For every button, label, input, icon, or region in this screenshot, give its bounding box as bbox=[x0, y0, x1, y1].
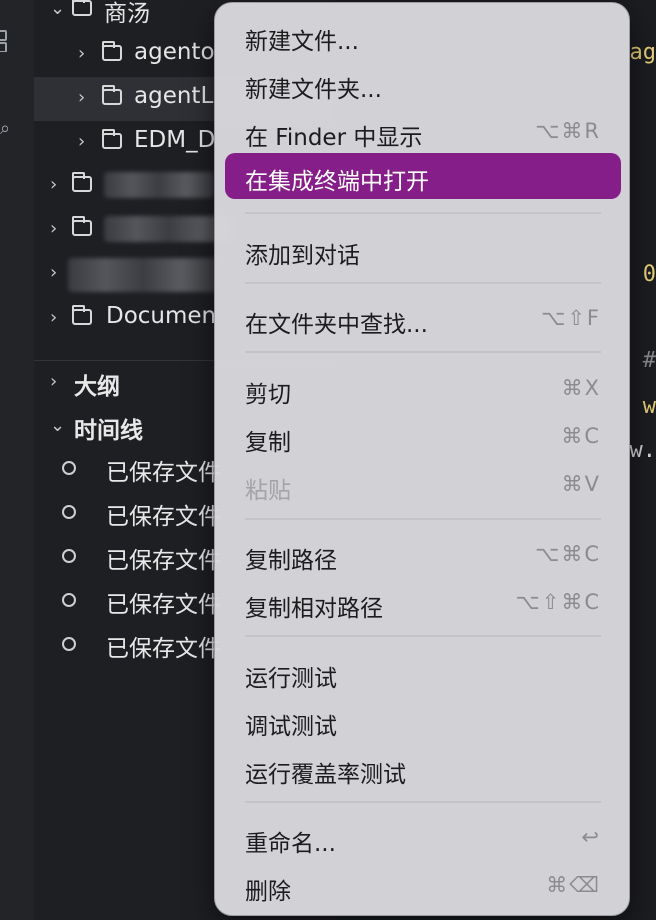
menu-item-run-coverage[interactable]: 运行覆盖率测试 bbox=[225, 750, 621, 788]
menu-item-shortcut: ⌘V bbox=[561, 472, 601, 496]
chevron-right-icon: › bbox=[78, 131, 86, 152]
menu-item-label: 调试测试 bbox=[245, 714, 337, 740]
menu-item-reveal-in-finder[interactable]: 在 Finder 中显示 ⌥⌘R bbox=[225, 113, 621, 151]
menu-item-label: 重命名... bbox=[245, 831, 336, 857]
menu-item-label: 复制相对路径 bbox=[245, 596, 383, 622]
menu-item-shortcut: ⌥⇧F bbox=[541, 306, 601, 330]
menu-item-shortcut: ↩ bbox=[581, 825, 601, 849]
menu-item-paste[interactable]: 粘贴 ⌘V bbox=[225, 466, 621, 504]
menu-item-copy-path[interactable]: 复制路径 ⌥⌘C bbox=[225, 536, 621, 574]
menu-item-label: 新建文件夹... bbox=[245, 77, 382, 103]
menu-item-label: 复制 bbox=[245, 430, 291, 456]
chevron-right-icon: › bbox=[78, 87, 86, 108]
tree-item-label: Documen bbox=[106, 303, 217, 329]
chevron-right-icon: › bbox=[50, 307, 58, 328]
menu-item-label: 复制路径 bbox=[245, 548, 337, 574]
folder-icon bbox=[72, 172, 92, 192]
menu-item-shortcut: ⌘⌫ bbox=[546, 873, 601, 897]
menu-item-new-folder[interactable]: 新建文件夹... bbox=[225, 65, 621, 103]
menu-separator bbox=[245, 801, 601, 803]
redacted-label bbox=[68, 258, 218, 292]
menu-item-label: 新建文件... bbox=[245, 29, 359, 55]
menu-item-label: 运行测试 bbox=[245, 666, 337, 692]
menu-item-add-to-chat[interactable]: 添加到对话 bbox=[225, 231, 621, 269]
context-menu: 新建文件... 新建文件夹... 在 Finder 中显示 ⌥⌘R 在集成终端中… bbox=[214, 2, 630, 916]
menu-item-label: 删除 bbox=[245, 879, 291, 905]
folder-icon bbox=[72, 305, 92, 325]
menu-item-shortcut: ⌥⌘C bbox=[535, 542, 601, 566]
timeline-dot-icon bbox=[62, 505, 76, 519]
menu-item-rename[interactable]: 重命名... ↩ bbox=[225, 819, 621, 857]
menu-item-label: 在 Finder 中显示 bbox=[245, 125, 423, 151]
folder-icon bbox=[72, 216, 92, 236]
timeline-entry-label: 已保存文件 bbox=[106, 548, 221, 574]
code-fragment: w bbox=[642, 394, 656, 419]
menu-separator bbox=[245, 351, 601, 353]
menu-separator bbox=[245, 282, 601, 284]
menu-item-label: 粘贴 bbox=[245, 478, 291, 504]
menu-item-label: 在文件夹中查找... bbox=[245, 312, 428, 338]
code-fragment: 0 bbox=[642, 262, 656, 287]
menu-item-run-tests[interactable]: 运行测试 bbox=[225, 654, 621, 692]
tree-item-label: 商汤 bbox=[104, 1, 150, 27]
menu-item-shortcut: ⌘C bbox=[561, 424, 601, 448]
ide-window: ⌕ ⌄ 商汤 › agento › agentL › EDM_D › › › ›… bbox=[0, 0, 656, 920]
redacted-label bbox=[104, 172, 214, 198]
tree-item-label: EDM_D bbox=[134, 127, 216, 153]
chevron-down-icon: ⌄ bbox=[50, 0, 66, 19]
menu-item-new-file[interactable]: 新建文件... bbox=[225, 17, 621, 55]
menu-item-delete[interactable]: 删除 ⌘⌫ bbox=[225, 867, 621, 905]
menu-item-label: 运行覆盖率测试 bbox=[245, 762, 406, 788]
menu-item-label: 剪切 bbox=[245, 382, 291, 408]
chevron-right-icon: › bbox=[50, 262, 58, 283]
timeline-entry-label: 已保存文件 bbox=[106, 460, 221, 486]
timeline-entry-label: 已保存文件 bbox=[106, 592, 221, 618]
timeline-entry-label: 已保存文件 bbox=[106, 636, 221, 662]
timeline-section-label: 时间线 bbox=[74, 418, 143, 444]
menu-item-shortcut: ⌘X bbox=[561, 376, 601, 400]
menu-separator bbox=[245, 635, 601, 637]
chevron-right-icon: › bbox=[50, 174, 58, 195]
menu-item-label: 添加到对话 bbox=[245, 243, 360, 269]
menu-item-debug-tests[interactable]: 调试测试 bbox=[225, 702, 621, 740]
chevron-right-icon: › bbox=[50, 371, 58, 392]
folder-open-icon bbox=[72, 0, 92, 16]
chevron-right-icon: › bbox=[50, 218, 58, 239]
folder-icon bbox=[102, 129, 122, 149]
code-fragment: # bbox=[642, 348, 656, 373]
chevron-down-icon: ⌄ bbox=[50, 415, 66, 436]
menu-item-shortcut: ⌥⇧⌘C bbox=[515, 590, 601, 614]
menu-item-copy-relative-path[interactable]: 复制相对路径 ⌥⇧⌘C bbox=[225, 584, 621, 622]
timeline-dot-icon bbox=[62, 549, 76, 563]
menu-item-label: 在集成终端中打开 bbox=[245, 169, 429, 195]
activity-bar: ⌕ bbox=[0, 0, 35, 920]
timeline-dot-icon bbox=[62, 637, 76, 651]
menu-item-shortcut: ⌥⌘R bbox=[535, 119, 601, 143]
chevron-right-icon: › bbox=[78, 43, 86, 64]
timeline-entry-label: 已保存文件 bbox=[106, 504, 221, 530]
timeline-dot-icon bbox=[62, 461, 76, 475]
menu-separator bbox=[245, 518, 601, 520]
folder-icon bbox=[102, 41, 122, 61]
outline-section-label: 大纲 bbox=[74, 374, 120, 400]
folder-icon bbox=[102, 85, 122, 105]
extensions-icon[interactable] bbox=[0, 30, 10, 52]
tree-item-label: agentL bbox=[134, 83, 214, 109]
tree-item-label: agento bbox=[134, 39, 215, 65]
menu-item-find-in-folder[interactable]: 在文件夹中查找... ⌥⇧F bbox=[225, 300, 621, 338]
menu-item-cut[interactable]: 剪切 ⌘X bbox=[225, 370, 621, 408]
search-icon[interactable]: ⌕ bbox=[0, 118, 10, 140]
menu-item-copy[interactable]: 复制 ⌘C bbox=[225, 418, 621, 456]
menu-item-open-in-terminal[interactable]: 在集成终端中打开 bbox=[225, 153, 621, 199]
timeline-dot-icon bbox=[62, 593, 76, 607]
code-fragment: ag bbox=[629, 40, 656, 65]
menu-separator bbox=[245, 212, 601, 214]
code-fragment: w. bbox=[629, 438, 656, 463]
